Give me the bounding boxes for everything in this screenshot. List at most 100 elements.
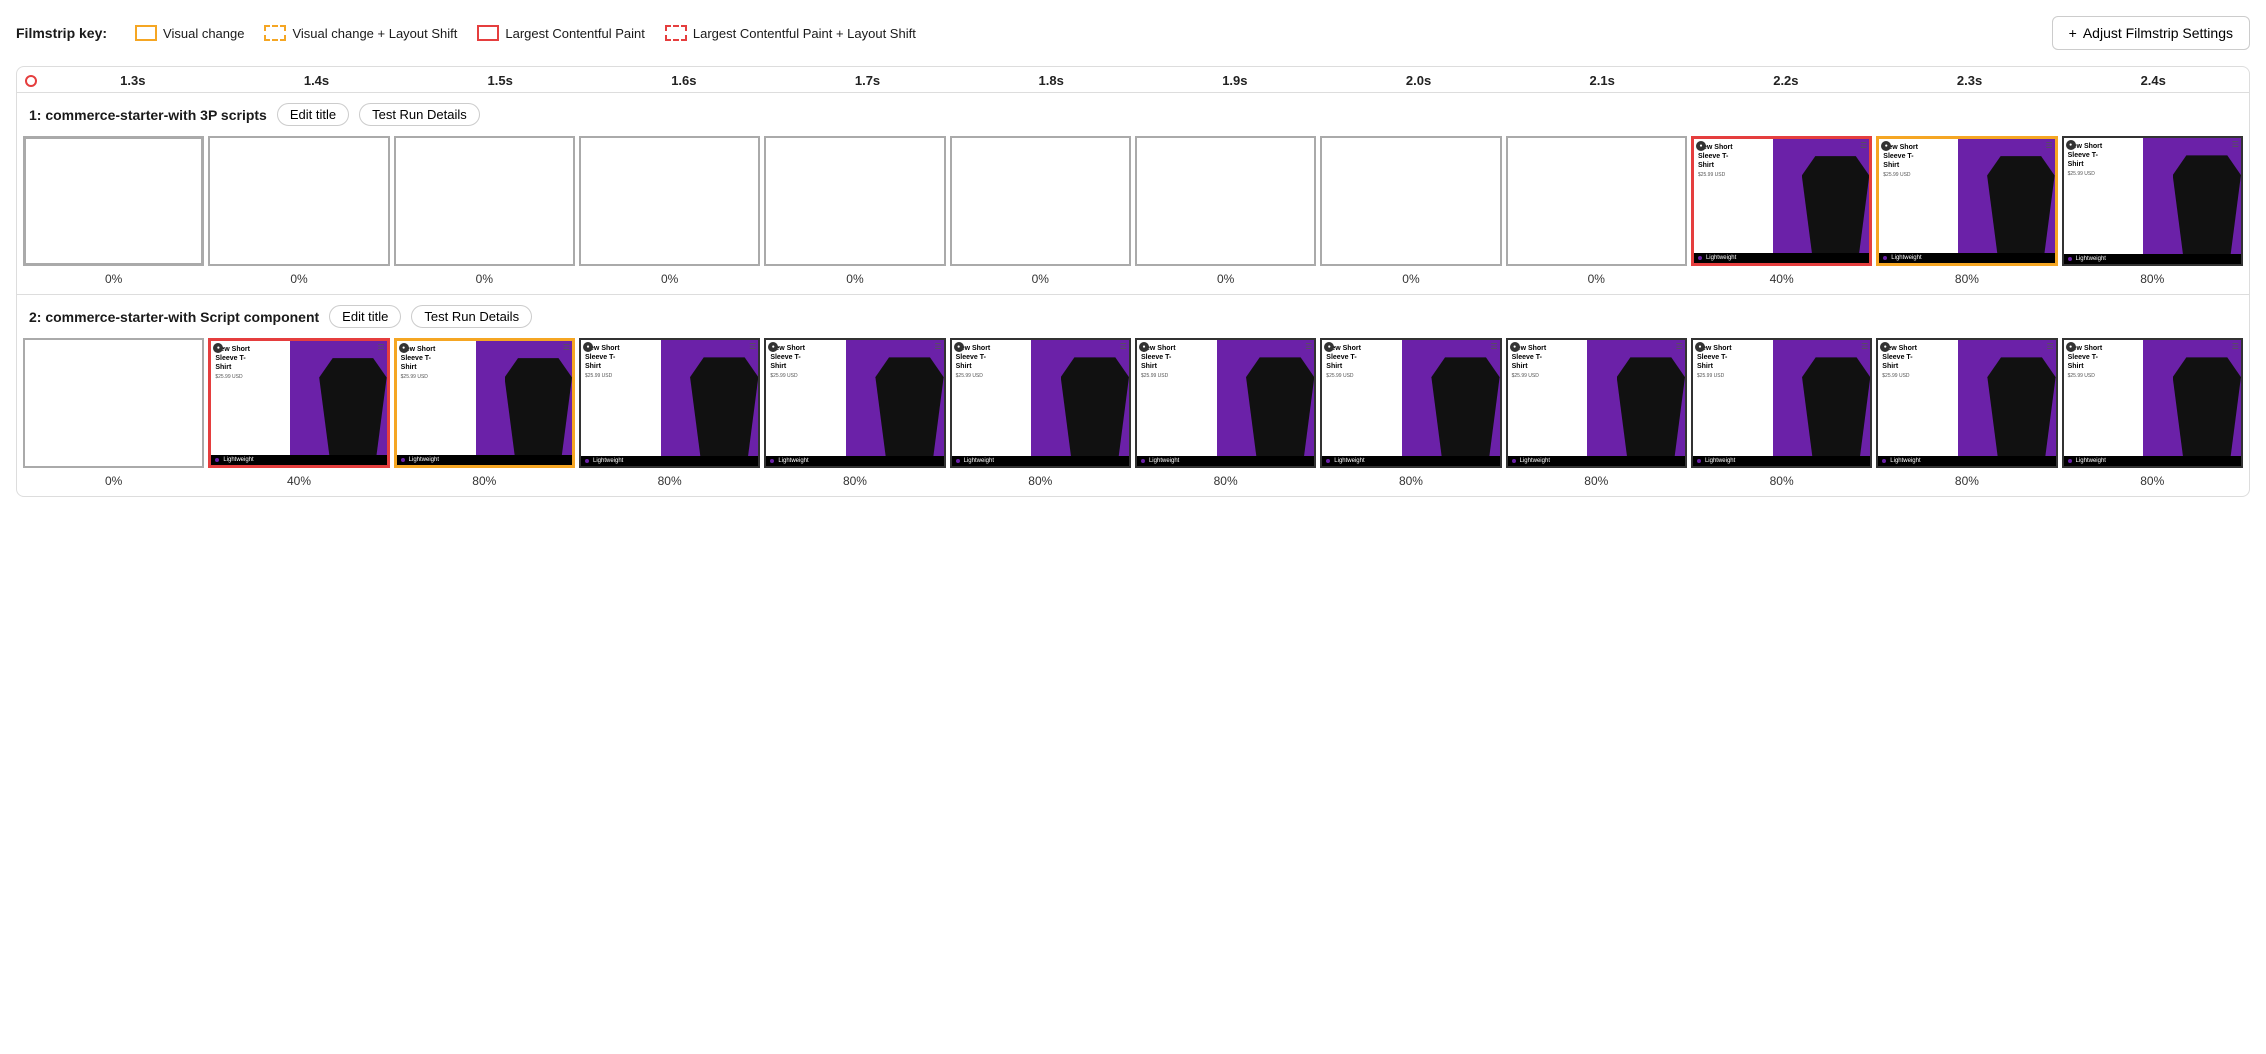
percent-cell-2: 80% [392,474,577,488]
product-price: $25.99 USD [2068,373,2140,379]
product-top: New ShortSleeve T-Shirt $25.99 USD [1878,340,2055,456]
frame-image-1[interactable]: ● ☰ New ShortSleeve T-Shirt $25.99 USD L… [208,338,389,468]
row1-edit-title-button[interactable]: Edit title [277,103,349,126]
frame-image-9[interactable]: ● ☰ New ShortSleeve T-Shirt $25.99 USD L… [1691,338,1872,468]
frame-image-9[interactable]: ● ☰ New ShortSleeve T-Shirt $25.99 USD L… [1691,136,1872,266]
product-image-area [290,341,386,455]
frame-image-3[interactable]: ● ☰ New ShortSleeve T-Shirt $25.99 USD L… [579,338,760,468]
product-bottom-label: Lightweight [1149,458,1179,464]
frame-wrapper-3 [577,134,762,268]
product-bottom: Lightweight [581,456,758,466]
frame-image-8[interactable]: ● ☰ New ShortSleeve T-Shirt $25.99 USD L… [1506,338,1687,468]
frame-image-4[interactable]: ● ☰ New ShortSleeve T-Shirt $25.99 USD L… [764,338,945,468]
frame-image-6[interactable] [1135,136,1316,266]
frame-cell-4: ● ☰ New ShortSleeve T-Shirt $25.99 USD L… [762,336,947,470]
product-bottom: Lightweight [1694,253,1869,263]
frame-image-7[interactable] [1320,136,1501,266]
frame-menu-icon: ☰ [1305,342,1312,351]
product-bottom-label: Lightweight [409,457,439,463]
timeline-tick-1: 1.4s [225,73,409,88]
frame-image-10[interactable]: ● ☰ New ShortSleeve T-Shirt $25.99 USD L… [1876,338,2057,468]
adjust-filmstrip-button[interactable]: + Adjust Filmstrip Settings [2052,16,2250,50]
frame-cell-6 [1133,134,1318,268]
product-bottom: Lightweight [766,456,943,466]
frame-image-1[interactable] [208,136,389,266]
frame-image-5[interactable] [950,136,1131,266]
percent-cell-6: 80% [1133,474,1318,488]
legend-box-red-dashed [665,25,687,41]
product-bottom-label: Lightweight [223,457,253,463]
frame-image-11[interactable]: ● ☰ New ShortSleeve T-Shirt $25.99 USD L… [2062,338,2243,468]
frame-image-11[interactable]: ● ☰ New ShortSleeve T-Shirt $25.99 USD L… [2062,136,2243,266]
timeline-tick-2: 1.5s [408,73,592,88]
legend-bar: Filmstrip key: Visual change Visual chan… [16,16,2250,50]
shirt-shape [2173,357,2241,456]
row2-test-run-button[interactable]: Test Run Details [411,305,532,328]
frame-circle-icon: ● [2066,140,2076,150]
shirt-shape [2173,155,2241,254]
frame-wrapper-11: ● ☰ New ShortSleeve T-Shirt $25.99 USD L… [2060,134,2245,268]
product-top: New ShortSleeve T-Shirt $25.99 USD [1879,139,2054,253]
product-card: ● ☰ New ShortSleeve T-Shirt $25.99 USD L… [211,341,386,465]
frame-image-0[interactable] [23,136,204,266]
product-bottom: Lightweight [1879,253,2054,263]
frame-circle-icon: ● [1324,342,1334,352]
shirt-shape [1431,357,1499,456]
legend-label-lcp: Largest Contentful Paint [505,26,644,41]
row1-test-run-button[interactable]: Test Run Details [359,103,480,126]
product-bottom-dot [585,459,589,463]
frame-cell-8 [1504,134,1689,268]
frame-wrapper-11: ● ☰ New ShortSleeve T-Shirt $25.99 USD L… [2060,336,2245,470]
frame-circle-icon: ● [1880,342,1890,352]
legend-box-yellow-dashed [264,25,286,41]
product-top: New ShortSleeve T-Shirt $25.99 USD [581,340,758,456]
frame-wrapper-10: ● ☰ New ShortSleeve T-Shirt $25.99 USD L… [1874,336,2059,470]
frame-header-icons: ● [954,342,964,352]
product-info: New ShortSleeve T-Shirt $25.99 USD [1322,340,1402,456]
product-bottom-dot [1698,256,1702,260]
frame-image-5[interactable]: ● ☰ New ShortSleeve T-Shirt $25.99 USD L… [950,338,1131,468]
frame-header-icons: ● [1696,141,1706,151]
frame-menu-icon: ☰ [1860,141,1867,150]
product-bottom-label: Lightweight [1520,458,1550,464]
timeline-tick-7: 2.0s [1327,73,1511,88]
percent-cell-7: 0% [1318,272,1503,286]
frame-menu-icon: ☰ [749,342,756,351]
frame-image-4[interactable] [764,136,945,266]
frame-header-icons: ● [1880,342,1890,352]
row2-edit-title-button[interactable]: Edit title [329,305,401,328]
product-title: New ShortSleeve T-Shirt [2068,142,2140,169]
frame-cell-7: ● ☰ New ShortSleeve T-Shirt $25.99 USD L… [1318,336,1503,470]
product-card: ● ☰ New ShortSleeve T-Shirt $25.99 USD L… [1137,340,1314,466]
frame-circle-icon: ● [1139,342,1149,352]
filmstrip-key-label: Filmstrip key: [16,25,107,41]
frame-image-8[interactable] [1506,136,1687,266]
frame-image-2[interactable] [394,136,575,266]
timeline-tick-5: 1.8s [959,73,1143,88]
frame-wrapper-10: ● ☰ New ShortSleeve T-Shirt $25.99 USD L… [1874,134,2059,268]
product-title: New ShortSleeve T-Shirt [1882,344,1954,371]
frame-cell-10: ● ☰ New ShortSleeve T-Shirt $25.99 USD L… [1874,134,2059,268]
timeline-tick-0: 1.3s [41,73,225,88]
percent-cell-5: 80% [948,474,1133,488]
frame-wrapper-2: ● ☰ New ShortSleeve T-Shirt $25.99 USD L… [392,336,577,470]
legend-visual-change-layout-shift: Visual change + Layout Shift [264,25,457,41]
frame-image-10[interactable]: ● ☰ New ShortSleeve T-Shirt $25.99 USD L… [1876,136,2057,266]
percent-cell-5: 0% [948,272,1133,286]
frame-wrapper-6: ● ☰ New ShortSleeve T-Shirt $25.99 USD L… [1133,336,1318,470]
frame-image-2[interactable]: ● ☰ New ShortSleeve T-Shirt $25.99 USD L… [394,338,575,468]
timeline-tick-3: 1.6s [592,73,776,88]
product-card: ● ☰ New ShortSleeve T-Shirt $25.99 USD L… [1694,139,1869,263]
frame-image-6[interactable]: ● ☰ New ShortSleeve T-Shirt $25.99 USD L… [1135,338,1316,468]
frame-wrapper-1 [206,134,391,268]
product-info: New ShortSleeve T-Shirt $25.99 USD [1508,340,1588,456]
product-card: ● ☰ New ShortSleeve T-Shirt $25.99 USD L… [952,340,1129,466]
row1-title: 1: commerce-starter-with 3P scripts [29,107,267,123]
product-card: ● ☰ New ShortSleeve T-Shirt $25.99 USD L… [2064,340,2241,466]
frame-image-0[interactable] [23,338,204,468]
product-bottom-label: Lightweight [2076,458,2106,464]
frame-circle-icon: ● [1695,342,1705,352]
frame-image-3[interactable] [579,136,760,266]
frame-image-7[interactable]: ● ☰ New ShortSleeve T-Shirt $25.99 USD L… [1320,338,1501,468]
frame-wrapper-4 [762,134,947,268]
